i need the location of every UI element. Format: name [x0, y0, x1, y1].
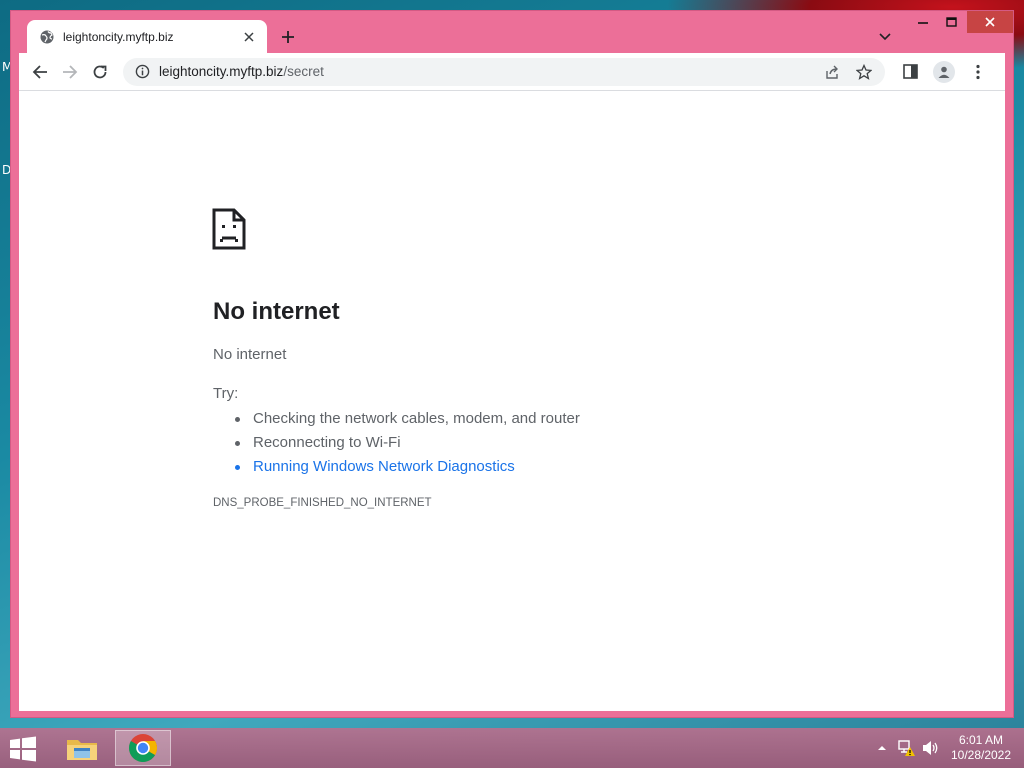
- profile-icon: [933, 60, 955, 83]
- back-button[interactable]: [25, 57, 55, 87]
- reload-icon: [93, 65, 107, 78]
- show-hidden-icons-button[interactable]: [874, 736, 890, 760]
- system-clock[interactable]: 6:01 AM 10/28/2022: [946, 733, 1016, 763]
- maximize-icon: [945, 17, 957, 27]
- file-explorer-icon: [67, 740, 97, 760]
- chrome-icon: [129, 734, 157, 762]
- tab-active[interactable]: leightoncity.myftp.biz: [27, 20, 267, 53]
- page-content: No internet No internet Try: Checking th…: [19, 90, 1005, 711]
- browser-window: leightoncity.myftp.biz leightoncity.myft…: [10, 10, 1014, 718]
- close-icon[interactable]: [241, 29, 257, 45]
- window-close-button[interactable]: [967, 11, 1013, 33]
- forward-button[interactable]: [55, 57, 85, 87]
- tab-title: leightoncity.myftp.biz: [63, 29, 174, 44]
- network-status-button[interactable]: [897, 736, 917, 760]
- share-icon: [826, 65, 838, 79]
- star-icon: [856, 63, 872, 80]
- tab-search-button[interactable]: [875, 27, 895, 47]
- taskbar: 6:01 AM 10/28/2022: [0, 728, 1024, 768]
- error-code: DNS_PROBE_FINISHED_NO_INTERNET: [213, 497, 432, 509]
- address-bar[interactable]: leightoncity.myftp.biz/secret: [123, 57, 885, 86]
- reload-button[interactable]: [85, 57, 115, 87]
- minimize-icon: [918, 22, 928, 24]
- info-icon[interactable]: [133, 63, 151, 81]
- tab-strip: leightoncity.myftp.biz: [11, 11, 1013, 53]
- error-subtitle: No internet: [213, 346, 287, 363]
- sad-page-icon: [212, 208, 246, 250]
- minimize-button[interactable]: [911, 11, 935, 33]
- forward-icon: [63, 64, 78, 79]
- volume-button[interactable]: [921, 736, 941, 760]
- url-path: /secret: [283, 64, 324, 79]
- back-icon: [32, 64, 47, 79]
- clock-time: 6:01 AM: [958, 733, 1004, 747]
- network-diagnostics-link[interactable]: Running Windows Network Diagnostics: [233, 455, 580, 479]
- try-label: Try:: [213, 385, 239, 402]
- suggestion-list: Checking the network cables, modem, and …: [233, 407, 580, 479]
- page-title: No internet: [213, 298, 340, 325]
- share-button[interactable]: [819, 59, 845, 85]
- volume-icon: [923, 741, 938, 755]
- new-tab-button[interactable]: [277, 26, 299, 48]
- url-host: leightoncity.myftp.biz: [159, 64, 284, 79]
- menu-icon: [976, 64, 980, 79]
- plus-icon: [282, 31, 294, 43]
- list-item: Checking the network cables, modem, and …: [233, 407, 580, 431]
- taskbar-chrome[interactable]: [115, 730, 171, 766]
- windows-start-icon[interactable]: [8, 736, 38, 762]
- url-text[interactable]: leightoncity.myftp.biz/secret: [159, 64, 813, 79]
- taskbar-file-explorer[interactable]: [58, 730, 106, 766]
- side-panel-icon: [902, 64, 918, 79]
- toolbar-actions: [895, 57, 993, 87]
- network-warning-icon: [898, 740, 915, 756]
- close-icon: [985, 17, 995, 27]
- browser-menu-button[interactable]: [963, 57, 993, 87]
- maximize-button[interactable]: [939, 11, 963, 33]
- globe-icon: [39, 29, 55, 45]
- list-item: Reconnecting to Wi-Fi: [233, 431, 580, 455]
- browser-toolbar: leightoncity.myftp.biz/secret: [19, 53, 1005, 90]
- bookmark-button[interactable]: [851, 59, 877, 85]
- side-panel-button[interactable]: [895, 57, 925, 87]
- tray-arrow-icon: [878, 746, 886, 750]
- clock-date: 10/28/2022: [950, 748, 1012, 762]
- profile-button[interactable]: [929, 57, 959, 87]
- chevron-down-icon: [879, 33, 891, 41]
